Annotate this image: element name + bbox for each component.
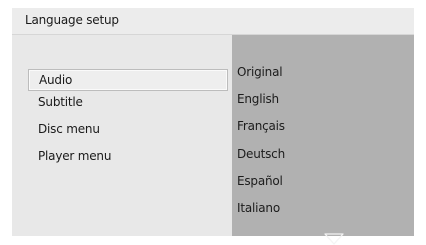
menu-item-audio[interactable]: Audio [28,69,228,91]
menu-item-label: Audio [39,73,73,87]
option-italiano[interactable]: Italiano [237,200,280,216]
menu-item-label: Player menu [38,149,112,163]
page-title: Language setup [25,13,119,27]
language-setup-screen: Language setup Audio Subtitle Disc menu … [12,8,414,245]
language-options-panel: Original English Français Deutsch Españo… [232,35,414,245]
option-francais[interactable]: Français [237,118,285,134]
settings-menu: Audio Subtitle Disc menu Player menu [12,35,232,236]
menu-item-subtitle[interactable]: Subtitle [31,92,227,112]
option-english[interactable]: English [237,91,279,107]
menu-item-label: Disc menu [38,122,100,136]
triangle-down-icon[interactable] [324,233,344,245]
option-deutsch[interactable]: Deutsch [237,146,285,162]
menu-item-player-menu[interactable]: Player menu [31,146,227,166]
title-bar: Language setup [12,8,414,35]
menu-item-disc-menu[interactable]: Disc menu [31,119,227,139]
option-original[interactable]: Original [237,64,283,80]
menu-item-label: Subtitle [38,95,83,109]
option-espanol[interactable]: Español [237,173,283,189]
